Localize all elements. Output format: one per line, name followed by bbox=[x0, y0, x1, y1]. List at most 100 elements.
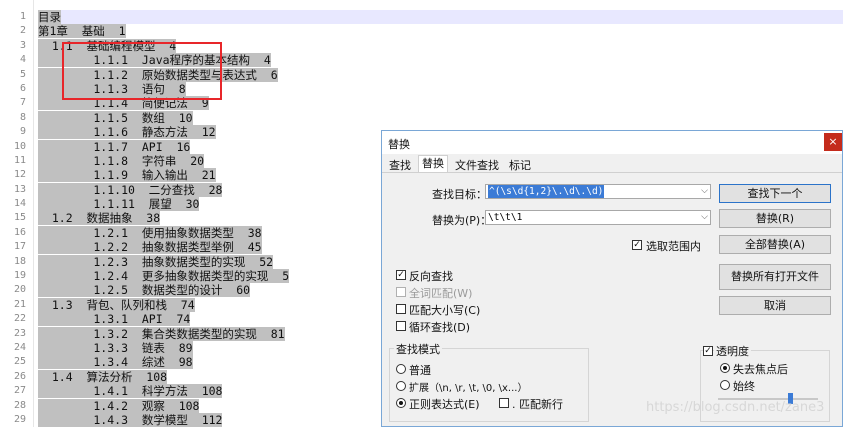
cancel-button[interactable]: 取消 bbox=[719, 296, 831, 315]
line-number: 14 bbox=[13, 198, 26, 210]
match-case-checkbox[interactable] bbox=[396, 304, 406, 314]
line-number: 28 bbox=[13, 399, 26, 411]
transparency-title: 透明度 bbox=[714, 343, 751, 359]
chevron-down-icon[interactable]: ⌵ bbox=[701, 185, 708, 198]
editor-line-text: 1.4.1 科学方法 108 bbox=[38, 384, 223, 399]
replace-all-open-files-button[interactable]: 替换所有打开文件 bbox=[719, 264, 831, 290]
normal-mode-radio[interactable] bbox=[396, 364, 406, 374]
find-what-value: ^(\s\d{1,2}\.\d\.\d) bbox=[488, 185, 605, 198]
line-number: 25 bbox=[13, 356, 26, 368]
tab-replace[interactable]: 替换 bbox=[418, 155, 448, 172]
editor-line-text: 1.3.1 API 74 bbox=[38, 312, 191, 327]
whole-word-checkbox[interactable] bbox=[396, 287, 406, 297]
highlight-box-toc bbox=[62, 42, 222, 100]
transparency-checkbox[interactable]: ✓ bbox=[703, 346, 713, 356]
line-number: 16 bbox=[13, 226, 26, 238]
editor-line[interactable]: 1.1.5 数组 10 bbox=[38, 110, 843, 125]
editor-line[interactable]: 目录 bbox=[38, 10, 843, 25]
editor-line-text: 1.4.2 观察 108 bbox=[38, 398, 200, 413]
line-number-gutter: 1 2 3 4 5 6 7 8 9 10 11 12 13 14 15 16 17 18 19 20 21 22 23 24 2… bbox=[0, 10, 32, 427]
search-mode-title: 查找模式 bbox=[394, 341, 442, 357]
on-lose-focus-radio[interactable] bbox=[720, 363, 730, 373]
line-number: 24 bbox=[13, 341, 26, 353]
editor-line-text: 1.3 背包、队列和栈 74 bbox=[38, 297, 195, 312]
editor-line-text: 1.1.10 二分查找 28 bbox=[38, 182, 223, 197]
line-number: 11 bbox=[13, 154, 26, 166]
tab-find-in-files[interactable]: 文件查找 bbox=[452, 157, 502, 173]
line-number: 5 bbox=[19, 68, 26, 80]
line-number: 6 bbox=[19, 82, 26, 94]
line-number: 10 bbox=[13, 140, 26, 152]
line-number: 12 bbox=[13, 169, 26, 181]
dialog-titlebar[interactable]: 替换 × bbox=[382, 131, 842, 154]
dialog-tabs: 查找 替换 文件查找 标记 bbox=[382, 155, 842, 173]
extended-mode-radio[interactable] bbox=[396, 381, 406, 391]
line-number: 9 bbox=[19, 126, 26, 138]
replace-with-label: 替换为(P)： bbox=[432, 214, 492, 227]
line-number: 20 bbox=[13, 284, 26, 296]
editor-line[interactable]: 第1章 基础 1 bbox=[38, 24, 843, 39]
tab-find[interactable]: 查找 bbox=[386, 157, 414, 173]
line-number: 7 bbox=[19, 97, 26, 109]
dot-newline-label: . 匹配新行 bbox=[512, 398, 563, 411]
line-number: 19 bbox=[13, 270, 26, 282]
editor-line-text: 目录 bbox=[38, 10, 61, 24]
editor-line-text: 1.3.2 集合类数据类型的实现 81 bbox=[38, 326, 285, 341]
line-number: 23 bbox=[13, 327, 26, 339]
regex-mode-radio[interactable] bbox=[396, 398, 406, 408]
editor-line-text: 1.1.11 展望 30 bbox=[38, 197, 200, 212]
dot-newline-checkbox[interactable] bbox=[499, 398, 509, 408]
whole-word-label: 全词匹配(W) bbox=[409, 287, 473, 300]
wrap-around-label: 循环查找(D) bbox=[409, 321, 471, 334]
in-selection-label: 选取范围内 bbox=[646, 240, 701, 253]
line-number: 15 bbox=[13, 212, 26, 224]
gutter-divider bbox=[33, 0, 34, 427]
line-number: 8 bbox=[19, 111, 26, 123]
tab-mark[interactable]: 标记 bbox=[506, 157, 534, 173]
editor-line-text: 1.3.3 链表 89 bbox=[38, 340, 193, 355]
line-number: 1 bbox=[19, 11, 26, 22]
replace-with-input[interactable]: \t\t\1 ⌵ bbox=[485, 210, 711, 225]
normal-mode-label: 普通 bbox=[409, 364, 431, 377]
editor-line-text: 1.2.2 抽象数据类型举例 45 bbox=[38, 240, 262, 255]
always-radio[interactable] bbox=[720, 380, 730, 390]
find-next-button[interactable]: 查找下一个 bbox=[719, 184, 831, 203]
editor-line-text: 1.2 数据抽象 38 bbox=[38, 211, 161, 226]
line-number: 13 bbox=[13, 183, 26, 195]
line-number: 3 bbox=[19, 39, 26, 51]
replace-with-value: \t\t\1 bbox=[488, 212, 523, 223]
in-selection-checkbox[interactable]: ✓ bbox=[632, 240, 642, 250]
line-number: 4 bbox=[19, 54, 26, 66]
editor-line-text: 1.1.5 数组 10 bbox=[38, 110, 193, 125]
editor-line-text: 1.1.8 字符串 20 bbox=[38, 153, 205, 168]
editor-line-text: 1.3.4 综述 98 bbox=[38, 355, 193, 370]
editor-line-text: 1.2.4 更多抽象数据类型的实现 5 bbox=[38, 269, 290, 284]
line-number: 21 bbox=[13, 298, 26, 310]
watermark: https://blog.csdn.net/zane3 bbox=[646, 400, 825, 415]
replace-all-button[interactable]: 全部替换(A) bbox=[719, 235, 831, 254]
dialog-title: 替换 bbox=[388, 138, 410, 151]
match-case-label: 匹配大小写(C) bbox=[409, 304, 481, 317]
editor-line-text: 1.2.3 抽象数据类型的实现 52 bbox=[38, 254, 274, 269]
close-button[interactable]: × bbox=[824, 133, 842, 151]
chevron-down-icon[interactable]: ⌵ bbox=[701, 211, 708, 224]
find-what-input[interactable]: ^(\s\d{1,2}\.\d\.\d) ⌵ bbox=[485, 184, 711, 199]
editor-line-text: 1.2.5 数据类型的设计 60 bbox=[38, 283, 251, 298]
line-number: 22 bbox=[13, 313, 26, 325]
wrap-around-checkbox[interactable] bbox=[396, 321, 406, 331]
replace-button[interactable]: 替换(R) bbox=[719, 209, 831, 228]
backward-checkbox[interactable]: ✓ bbox=[396, 270, 406, 280]
extended-mode-label: 扩展（\n, \r, \t, \0, \x...） bbox=[409, 383, 528, 394]
close-icon: × bbox=[828, 135, 838, 148]
on-lose-focus-label: 失去焦点后 bbox=[733, 363, 788, 376]
editor-line-text: 1.1.9 输入输出 21 bbox=[38, 168, 216, 183]
editor-line-text: 1.1.7 API 16 bbox=[38, 139, 191, 154]
editor-line-text: 1.1.6 静态方法 12 bbox=[38, 125, 216, 140]
line-number: 29 bbox=[13, 413, 26, 425]
editor-line-text: 1.4 算法分析 108 bbox=[38, 369, 168, 384]
line-number: 27 bbox=[13, 385, 26, 397]
always-label: 始终 bbox=[733, 380, 755, 393]
find-what-label: 查找目标： bbox=[432, 188, 487, 201]
line-number: 2 bbox=[19, 25, 26, 37]
regex-mode-label: 正则表达式(E) bbox=[409, 398, 480, 411]
